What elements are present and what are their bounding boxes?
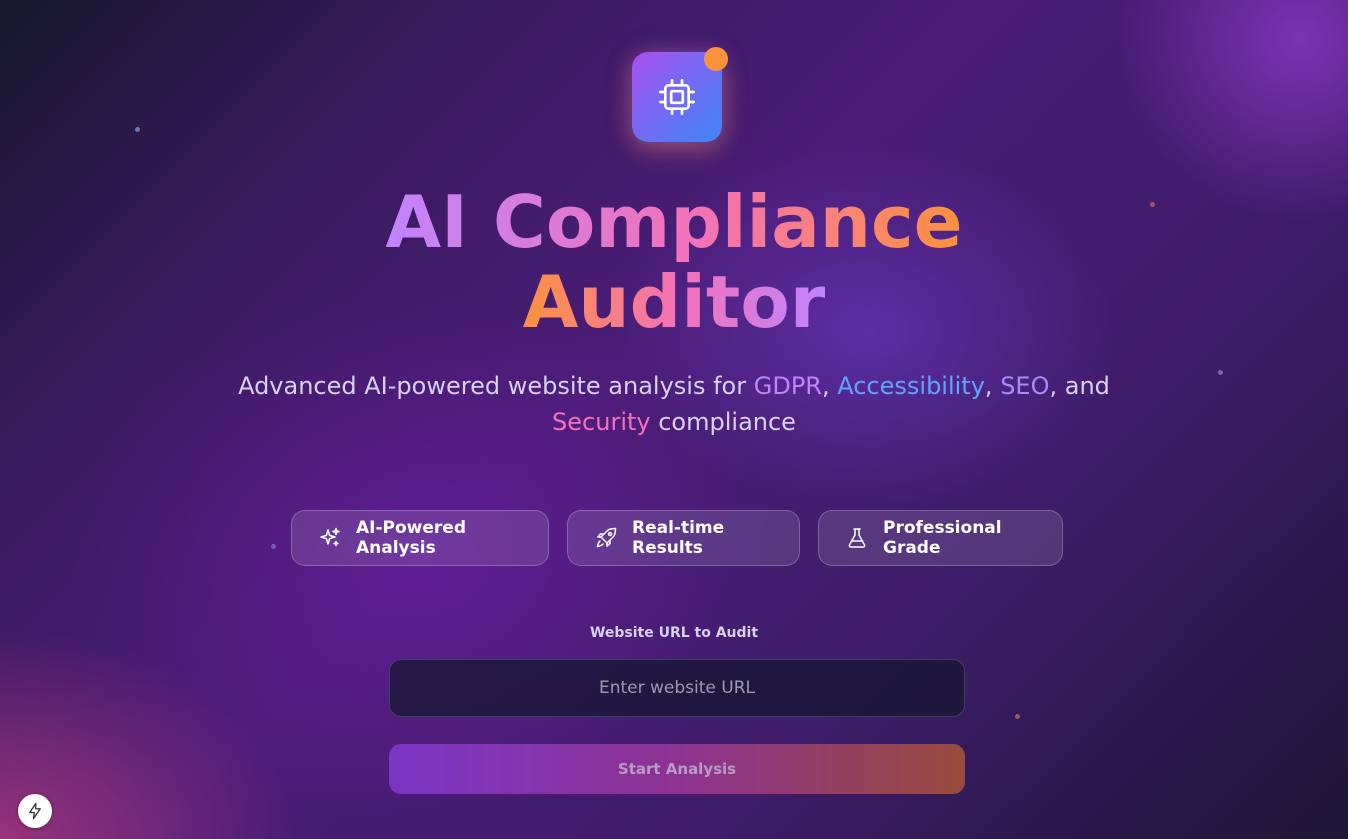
subtitle-text: , and — [1049, 372, 1110, 400]
url-field-label: Website URL to Audit — [589, 625, 759, 641]
sparkles-icon — [320, 527, 340, 547]
feature-ai-powered-analysis: AI-Powered Analysis — [291, 510, 549, 566]
app-logo — [632, 47, 728, 142]
subtitle-gdpr: GDPR — [753, 372, 822, 400]
subtitle-separator: , — [984, 372, 1001, 400]
subtitle-security: Security — [552, 408, 651, 436]
feature-real-time-results: Real-time Results — [567, 510, 800, 566]
subtitle-text: compliance — [650, 408, 796, 436]
start-analysis-button[interactable]: Start Analysis — [389, 744, 965, 794]
cpu-chip-icon — [659, 79, 695, 115]
title-line-1: AI Compliance — [385, 180, 963, 264]
feature-label: AI-Powered Analysis — [356, 518, 466, 558]
feature-professional-grade: Professional Grade — [818, 510, 1063, 566]
url-input[interactable] — [389, 659, 965, 717]
decor-dot — [1015, 714, 1020, 719]
decor-dot — [135, 127, 140, 132]
lightning-icon — [29, 802, 41, 820]
decor-dot — [271, 544, 276, 549]
notification-badge — [704, 47, 728, 71]
rocket-icon — [596, 527, 617, 548]
subtitle-seo: SEO — [1000, 372, 1050, 400]
decor-dot — [1218, 370, 1223, 375]
subtitle-text: Advanced AI-powered website analysis for — [238, 372, 754, 400]
subtitle-accessibility: Accessibility — [837, 372, 985, 400]
feature-label: Professional Grade — [883, 518, 1002, 558]
page-title: AI Compliance Auditor — [0, 182, 1348, 342]
flask-icon — [848, 528, 866, 548]
page-subtitle: Advanced AI-powered website analysis for… — [234, 368, 1114, 440]
subtitle-separator: , — [821, 372, 838, 400]
feature-label: Real-time Results — [632, 518, 725, 558]
title-line-2: Auditor — [522, 260, 826, 344]
quick-action-button[interactable] — [18, 794, 52, 828]
